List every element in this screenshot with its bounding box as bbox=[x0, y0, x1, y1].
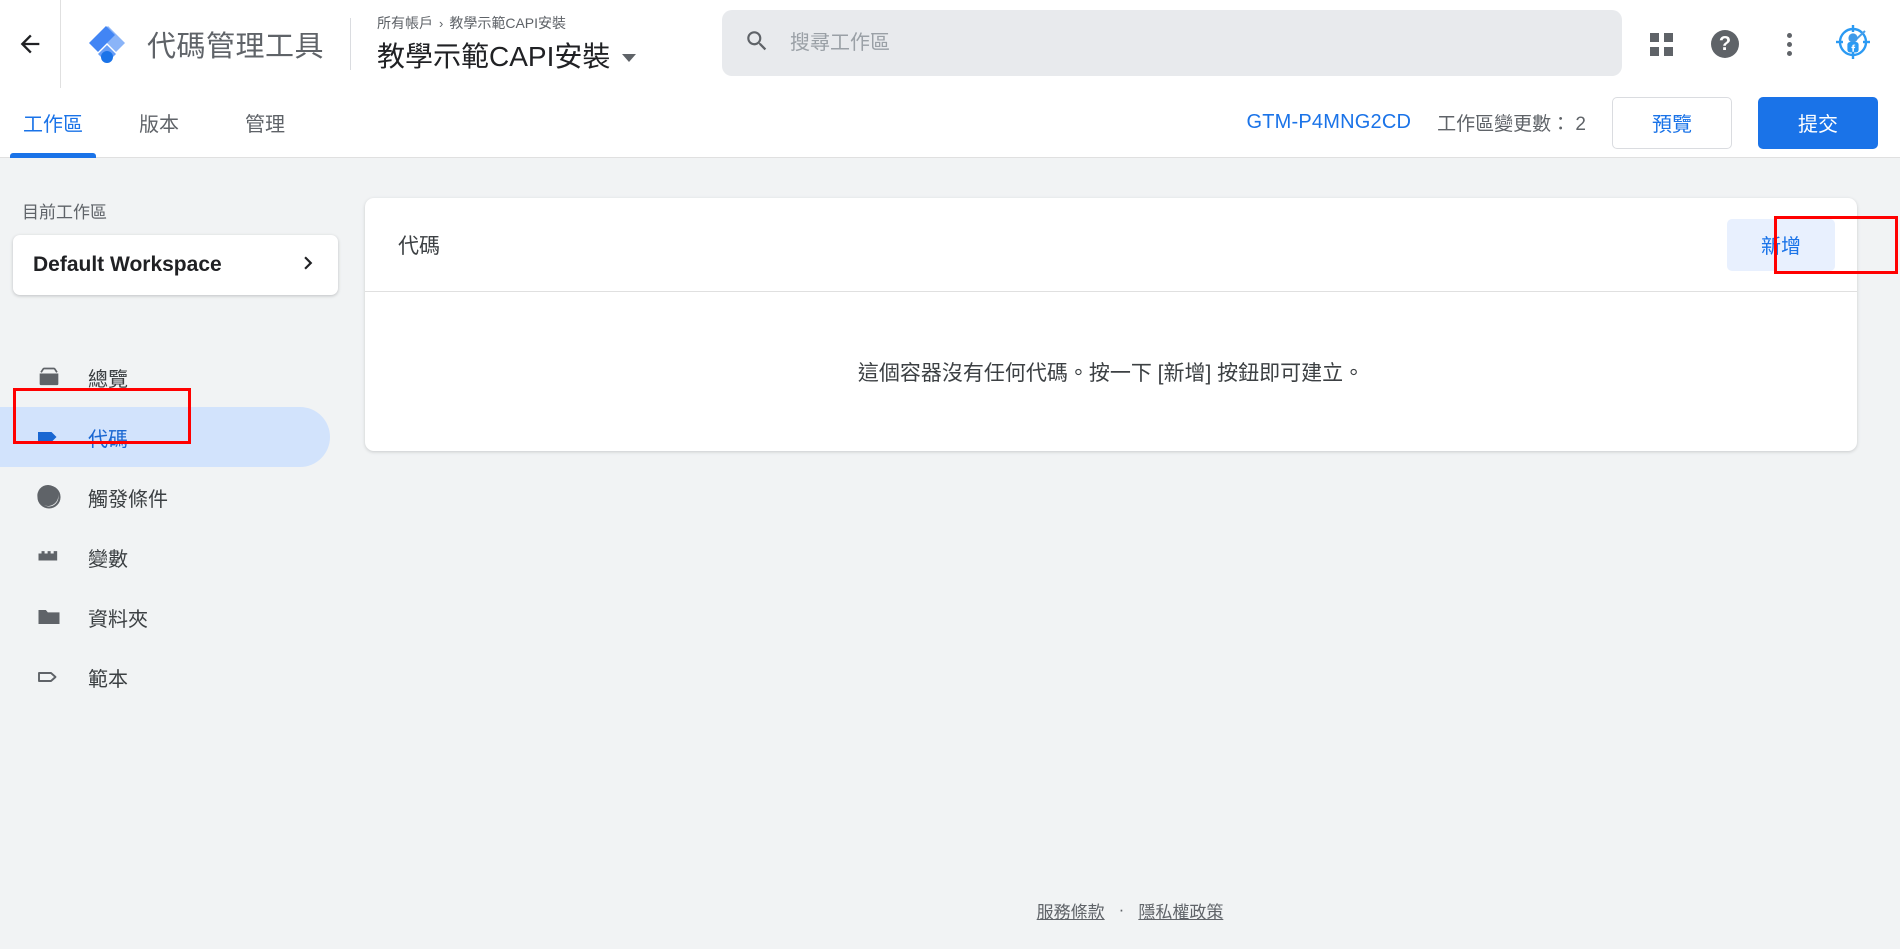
tab-workspace-label: 工作區 bbox=[23, 114, 83, 136]
container-name: 教學示範CAPI安裝 bbox=[377, 41, 611, 72]
sidebar-item-triggers-label: 觸發條件 bbox=[88, 488, 168, 511]
apps-grid-icon bbox=[1649, 32, 1673, 56]
sidebar: 目前工作區 Default Workspace 總覽 代碼 觸發條件 變數 資料… bbox=[0, 158, 360, 949]
privacy-policy-link[interactable]: 隱私權政策 bbox=[1138, 898, 1223, 923]
back-button[interactable] bbox=[0, 0, 60, 88]
variable-blocks-icon bbox=[34, 542, 64, 572]
tab-list: 工作區 版本 管理 bbox=[0, 88, 318, 158]
help-circle-icon: ? bbox=[1711, 30, 1739, 58]
container-id-link[interactable]: GTM-P4MNG2CD bbox=[1247, 111, 1412, 134]
tab-workspace[interactable]: 工作區 bbox=[0, 88, 106, 158]
sidebar-item-variables-label: 變數 bbox=[88, 548, 128, 571]
footer: 服務條款 · 隱私權政策 bbox=[360, 890, 1900, 930]
google-apps-button[interactable] bbox=[1632, 15, 1690, 73]
tab-versions[interactable]: 版本 bbox=[106, 88, 212, 158]
container-box-icon bbox=[34, 362, 64, 392]
tab-admin[interactable]: 管理 bbox=[212, 88, 318, 158]
empty-state-message: 這個容器沒有任何代碼。按一下 [新增] 按鈕即可建立。 bbox=[857, 361, 1365, 385]
extension-avatar-button[interactable] bbox=[1824, 15, 1882, 73]
sidebar-item-templates-label: 範本 bbox=[88, 668, 128, 691]
tab-bar: 工作區 版本 管理 GTM-P4MNG2CD 工作區變更數： 2 預覽 提交 bbox=[0, 88, 1900, 158]
tags-card: 代碼 新增 這個容器沒有任何代碼。按一下 [新增] 按鈕即可建立。 bbox=[365, 198, 1857, 451]
tab-versions-label: 版本 bbox=[139, 114, 179, 136]
facebook-pixel-helper-avatar-icon bbox=[1834, 23, 1872, 66]
new-tag-button[interactable]: 新增 bbox=[1727, 218, 1835, 271]
sidebar-item-variables[interactable]: 變數 bbox=[0, 527, 330, 587]
main-content: 代碼 新增 這個容器沒有任何代碼。按一下 [新增] 按鈕即可建立。 bbox=[360, 158, 1900, 949]
breadcrumb-all-accounts[interactable]: 所有帳戶 bbox=[377, 13, 433, 33]
sidebar-item-folders-label: 資料夾 bbox=[88, 608, 148, 631]
header-actions: ? bbox=[1632, 0, 1882, 88]
sidebar-item-templates[interactable]: 範本 bbox=[0, 647, 330, 707]
gtm-diamond-logo-icon bbox=[85, 22, 129, 66]
chevron-down-icon bbox=[622, 54, 637, 62]
kebab-menu-icon bbox=[1786, 32, 1792, 56]
tags-card-header: 代碼 新增 bbox=[365, 198, 1857, 291]
search-input[interactable] bbox=[790, 31, 1600, 55]
tab-admin-label: 管理 bbox=[245, 114, 285, 136]
submit-button[interactable]: 提交 bbox=[1758, 96, 1878, 149]
tab-bar-right-actions: GTM-P4MNG2CD 工作區變更數： 2 預覽 提交 bbox=[1247, 96, 1900, 149]
sidebar-item-overview[interactable]: 總覽 bbox=[0, 347, 330, 407]
workspace-name: Default Workspace bbox=[33, 253, 222, 276]
breadcrumb-line: 所有帳戶 › 教學示範CAPI安裝 bbox=[377, 13, 636, 33]
gtm-app-window: 代碼管理工具 所有帳戶 › 教學示範CAPI安裝 教學示範CAPI安裝 搜尋工作… bbox=[0, 0, 1900, 949]
search-icon bbox=[744, 28, 770, 59]
sidebar-item-tags[interactable]: 代碼 bbox=[0, 407, 330, 467]
preview-button[interactable]: 預覽 bbox=[1612, 96, 1732, 149]
search-workspace-box[interactable] bbox=[722, 10, 1622, 76]
folder-icon bbox=[34, 602, 64, 632]
sidebar-item-folders[interactable]: 資料夾 bbox=[0, 587, 330, 647]
more-options-button[interactable] bbox=[1760, 15, 1818, 73]
sidebar-nav: 總覽 代碼 觸發條件 變數 資料夾 範本 bbox=[0, 347, 360, 707]
footer-separator: · bbox=[1118, 900, 1125, 919]
terms-of-service-link[interactable]: 服務條款 bbox=[1037, 898, 1105, 923]
workspace-selector-card[interactable]: Default Workspace bbox=[13, 235, 338, 295]
help-button[interactable]: ? bbox=[1696, 15, 1754, 73]
breadcrumb-container[interactable]: 教學示範CAPI安裝 bbox=[449, 13, 566, 33]
workspace-changes-count: 工作區變更數： 2 bbox=[1437, 114, 1586, 135]
breadcrumb-separator-icon: › bbox=[439, 15, 444, 31]
tag-icon bbox=[34, 422, 64, 452]
breadcrumb: 所有帳戶 › 教學示範CAPI安裝 教學示範CAPI安裝 bbox=[351, 0, 637, 88]
chevron-right-icon bbox=[295, 250, 321, 281]
sidebar-item-triggers[interactable]: 觸發條件 bbox=[0, 467, 330, 527]
container-selector[interactable]: 教學示範CAPI安裝 bbox=[377, 35, 637, 75]
trigger-circle-icon bbox=[34, 482, 64, 512]
sidebar-item-tags-label: 代碼 bbox=[88, 428, 128, 451]
page-title: 代碼 bbox=[398, 234, 440, 258]
top-header: 代碼管理工具 所有帳戶 › 教學示範CAPI安裝 教學示範CAPI安裝 搜尋工作… bbox=[0, 0, 1900, 88]
brand-home-link[interactable]: 代碼管理工具 bbox=[61, 0, 350, 88]
arrow-left-icon bbox=[16, 30, 44, 58]
current-workspace-label: 目前工作區 bbox=[22, 203, 107, 222]
brand-title: 代碼管理工具 bbox=[147, 31, 325, 63]
sidebar-item-overview-label: 總覽 bbox=[88, 368, 128, 391]
template-tag-outline-icon bbox=[34, 662, 64, 692]
